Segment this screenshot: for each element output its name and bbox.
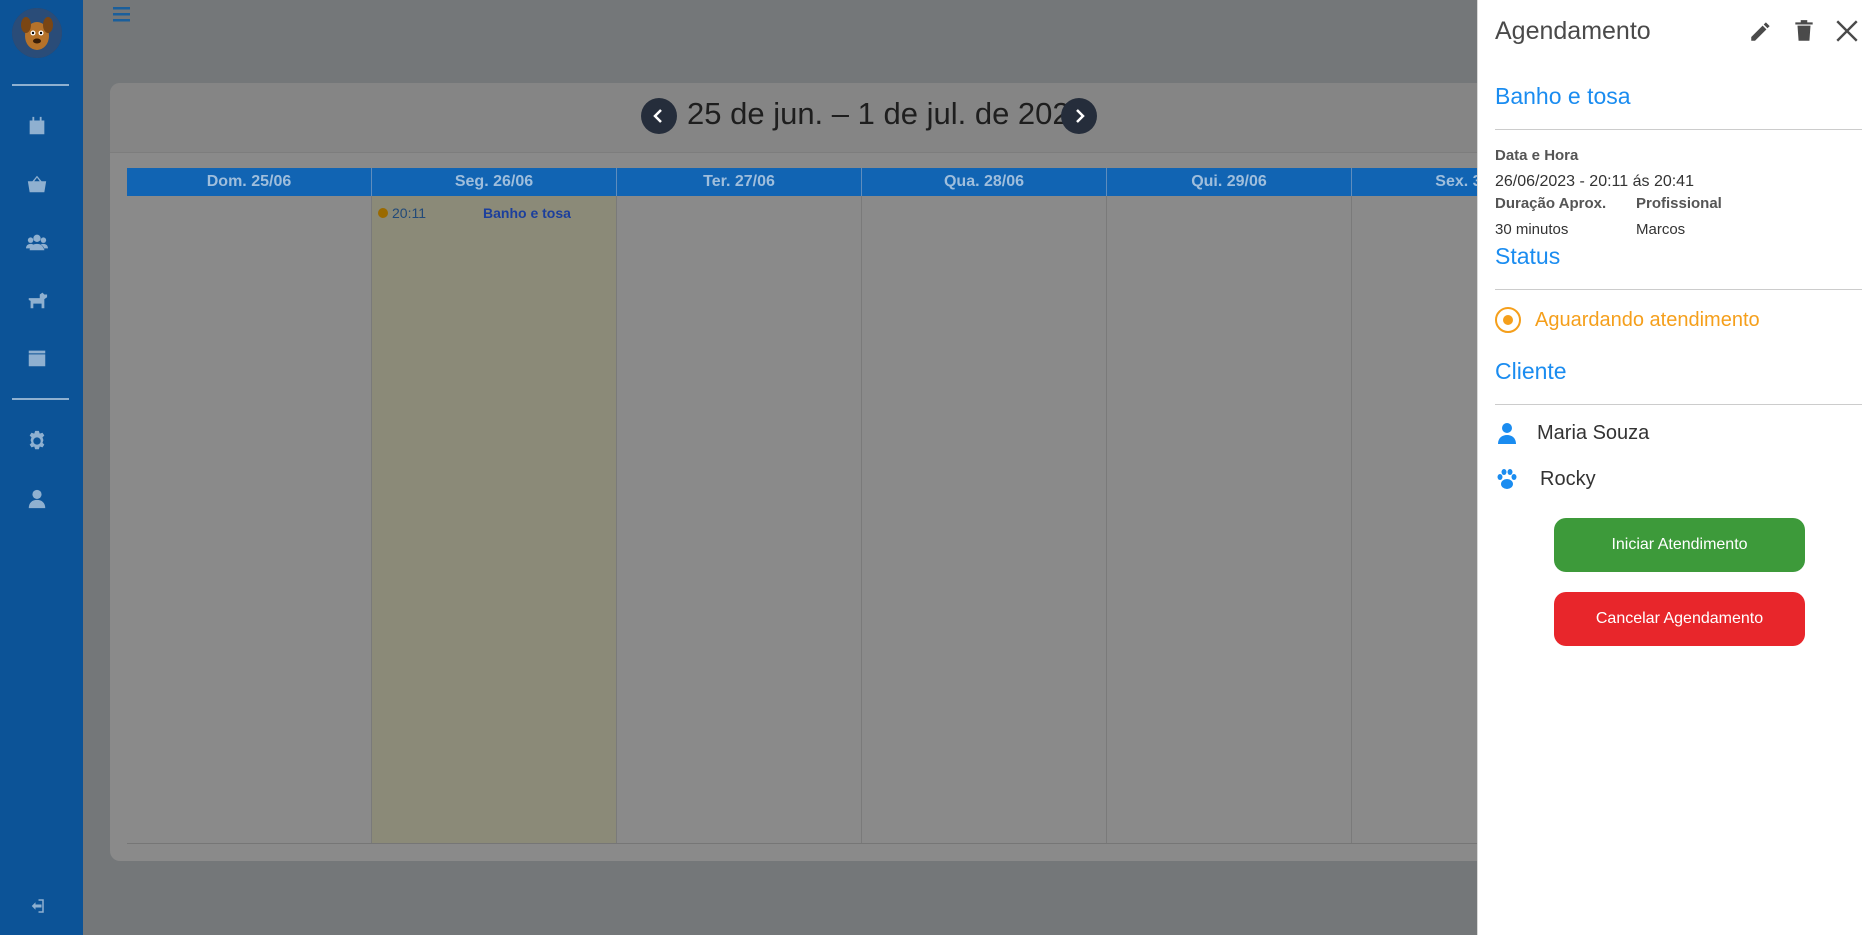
day-header[interactable]: Dom. 25/06 <box>127 168 372 196</box>
day-header[interactable]: Qua. 28/06 <box>862 168 1107 196</box>
divider <box>1495 404 1862 405</box>
next-week-button[interactable] <box>1061 98 1097 134</box>
calendar-icon[interactable] <box>26 115 48 137</box>
day-column[interactable] <box>127 196 372 843</box>
sidebar <box>0 0 83 935</box>
calendar-event[interactable]: 20:11 Banho e tosa <box>378 205 571 221</box>
client-title: Cliente <box>1495 358 1567 384</box>
chevron-left-icon <box>653 109 662 123</box>
sidebar-divider <box>12 398 69 400</box>
calendar-grid: 20:11 Banho e tosa <box>127 196 1597 844</box>
day-headers: Dom. 25/06 Seg. 26/06 Ter. 27/06 Qua. 28… <box>127 168 1597 196</box>
status-title: Status <box>1495 243 1561 269</box>
basket-icon[interactable] <box>26 173 48 195</box>
trash-icon[interactable] <box>1791 18 1817 44</box>
date-label: Data e Hora <box>1495 147 1579 164</box>
day-column[interactable] <box>862 196 1107 843</box>
users-icon[interactable] <box>26 231 48 253</box>
client-row: Maria Souza <box>1495 421 1649 445</box>
calendar-header: 25 de jun. – 1 de jul. de 2023 <box>110 83 1550 153</box>
duration-label: Duração Aprox. <box>1495 195 1607 212</box>
logout-icon[interactable] <box>28 897 46 915</box>
prev-week-button[interactable] <box>641 98 677 134</box>
panel-title: Agendamento <box>1495 17 1651 45</box>
chevron-right-icon <box>1076 109 1085 123</box>
day-header[interactable]: Seg. 26/06 <box>372 168 617 196</box>
professional-label: Profissional <box>1636 195 1722 212</box>
pet-row: Rocky <box>1495 467 1596 491</box>
day-column-selected[interactable]: 20:11 Banho e tosa <box>372 196 617 843</box>
box-icon[interactable] <box>26 347 48 369</box>
close-icon[interactable] <box>1834 18 1860 44</box>
calendar-card: 25 de jun. – 1 de jul. de 2023 Dom. 25/0… <box>110 83 1597 861</box>
appointment-panel: Agendamento Banho e tosa Data e Hora 26/… <box>1477 0 1873 935</box>
event-title: Banho e tosa <box>483 205 571 221</box>
event-status-dot <box>378 208 388 218</box>
day-column[interactable] <box>1107 196 1352 843</box>
gear-icon[interactable] <box>26 430 48 452</box>
cancel-appointment-button[interactable]: Cancelar Agendamento <box>1554 592 1805 646</box>
event-time: 20:11 <box>392 205 426 221</box>
status-option[interactable]: Aguardando atendimento <box>1495 307 1760 333</box>
pet-name: Rocky <box>1540 467 1596 490</box>
menu-toggle-icon[interactable] <box>112 4 132 24</box>
paw-icon <box>1497 469 1517 489</box>
day-column[interactable] <box>617 196 862 843</box>
start-appointment-button[interactable]: Iniciar Atendimento <box>1554 518 1805 572</box>
person-icon <box>1498 423 1516 444</box>
service-title: Banho e tosa <box>1495 83 1631 109</box>
logo-dog-icon[interactable] <box>12 8 62 58</box>
day-header[interactable]: Ter. 27/06 <box>617 168 862 196</box>
professional-value: Marcos <box>1636 221 1686 238</box>
edit-icon[interactable] <box>1748 18 1774 44</box>
calendar-title: 25 de jun. – 1 de jul. de 2023 <box>687 96 1087 131</box>
user-icon[interactable] <box>26 488 48 510</box>
client-name: Maria Souza <box>1537 421 1650 444</box>
day-header[interactable]: Qui. 29/06 <box>1107 168 1352 196</box>
status-radio[interactable] <box>1495 307 1521 333</box>
date-value: 26/06/2023 - 20:11 ás 20:41 <box>1495 173 1694 190</box>
duration-value: 30 minutos <box>1495 221 1569 238</box>
dog-icon[interactable] <box>26 289 48 311</box>
divider <box>1495 129 1862 130</box>
sidebar-divider <box>12 84 69 86</box>
radio-dot <box>1503 315 1513 325</box>
status-text: Aguardando atendimento <box>1535 308 1760 331</box>
divider <box>1495 289 1862 290</box>
